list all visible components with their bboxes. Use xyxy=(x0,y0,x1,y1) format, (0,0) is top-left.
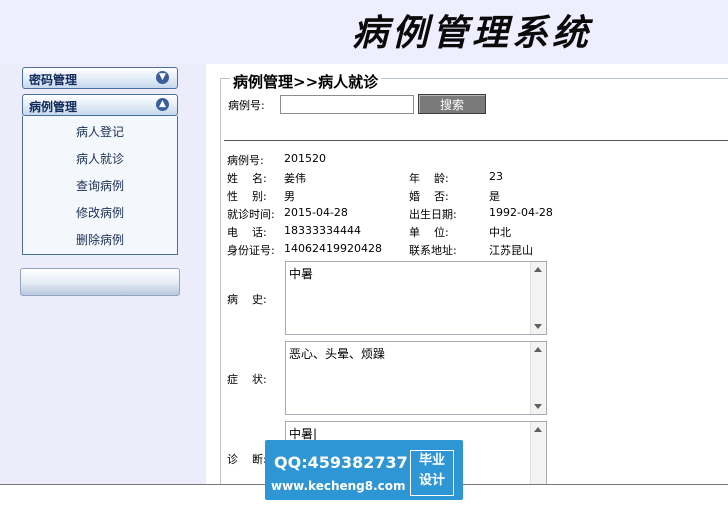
search-button[interactable]: 搜索 xyxy=(418,94,486,114)
sidebar-item-visit[interactable]: 病人就诊 xyxy=(23,150,177,167)
scroll-up-icon[interactable] xyxy=(534,267,542,272)
age-label: 年 龄: xyxy=(409,172,449,185)
sidebar-item-register[interactable]: 病人登记 xyxy=(23,123,177,140)
sidebar-item-edit[interactable]: 修改病例 xyxy=(23,204,177,221)
name-value: 姜伟 xyxy=(284,172,306,185)
name-label: 姓 名: xyxy=(227,172,267,185)
watermark-tag-line2: 设计 xyxy=(418,473,445,488)
history-label: 病 史: xyxy=(227,293,267,306)
scroll-down-icon[interactable] xyxy=(534,324,542,329)
gender-value: 男 xyxy=(284,190,295,203)
sidebar-item-delete[interactable]: 删除病例 xyxy=(23,231,177,248)
scroll-down-icon[interactable] xyxy=(534,404,542,409)
case-no-label: 病例号: xyxy=(227,154,264,167)
age-value: 23 xyxy=(489,170,503,183)
scroll-up-icon[interactable] xyxy=(534,427,542,432)
watermark-tag-line1: 毕业 xyxy=(418,453,445,468)
phone-label: 电 话: xyxy=(227,226,267,239)
menu-group-label: 密码管理 xyxy=(29,73,78,87)
case-submenu: 病人登记 病人就诊 查询病例 修改病例 删除病例 xyxy=(22,116,178,255)
symptom-textarea[interactable]: 恶心、头晕、烦躁 xyxy=(285,341,547,415)
scrollbar[interactable] xyxy=(530,422,546,484)
chevron-down-icon[interactable]: ▼ xyxy=(156,71,169,84)
visit-time-label: 就诊时间: xyxy=(227,208,275,221)
watermark-qq: QQ:459382737 xyxy=(274,453,408,472)
divider xyxy=(224,140,728,141)
phone-value: 18333334444 xyxy=(284,224,361,237)
panel-title: 病例管理>>病人就诊 xyxy=(230,71,382,92)
menu-group-label: 病例管理 xyxy=(29,100,78,114)
watermark-url: www.kecheng8.com xyxy=(271,479,406,493)
sidebar-item-query[interactable]: 查询病例 xyxy=(23,177,177,194)
unit-label: 单 位: xyxy=(409,226,449,239)
app-title: 病例管理系统 xyxy=(352,12,593,54)
scroll-up-icon[interactable] xyxy=(534,347,542,352)
unit-value: 中北 xyxy=(489,226,511,239)
case-number-input[interactable] xyxy=(280,95,414,114)
history-text: 中暑 xyxy=(289,267,314,281)
visit-time-value: 2015-04-28 xyxy=(284,206,348,219)
scrollbar[interactable] xyxy=(530,262,546,334)
sidebar-footer xyxy=(20,268,180,296)
id-value: 14062419920428 xyxy=(284,242,382,255)
married-value: 是 xyxy=(489,190,500,203)
search-label: 病例号: xyxy=(228,99,265,112)
symptom-label: 症 状: xyxy=(227,373,267,386)
married-label: 婚 否: xyxy=(409,190,449,203)
history-textarea[interactable]: 中暑 xyxy=(285,261,547,335)
symptom-text: 恶心、头晕、烦躁 xyxy=(289,347,386,361)
id-label: 身份证号: xyxy=(227,244,275,257)
birth-label: 出生日期: xyxy=(409,208,457,221)
address-value: 江苏昆山 xyxy=(489,244,533,257)
case-no-value: 201520 xyxy=(284,152,326,165)
birth-value: 1992-04-28 xyxy=(489,206,553,219)
gender-label: 性 别: xyxy=(227,190,267,203)
chevron-up-icon[interactable]: ▲ xyxy=(156,98,169,111)
watermark-tag: 毕业 设计 xyxy=(410,450,454,496)
menu-group-case[interactable]: 病例管理 ▲ xyxy=(22,94,178,116)
scrollbar[interactable] xyxy=(530,342,546,414)
address-label: 联系地址: xyxy=(409,244,457,257)
diagnosis-label: 诊 断: xyxy=(227,453,267,466)
menu-group-password[interactable]: 密码管理 ▼ xyxy=(22,67,178,89)
